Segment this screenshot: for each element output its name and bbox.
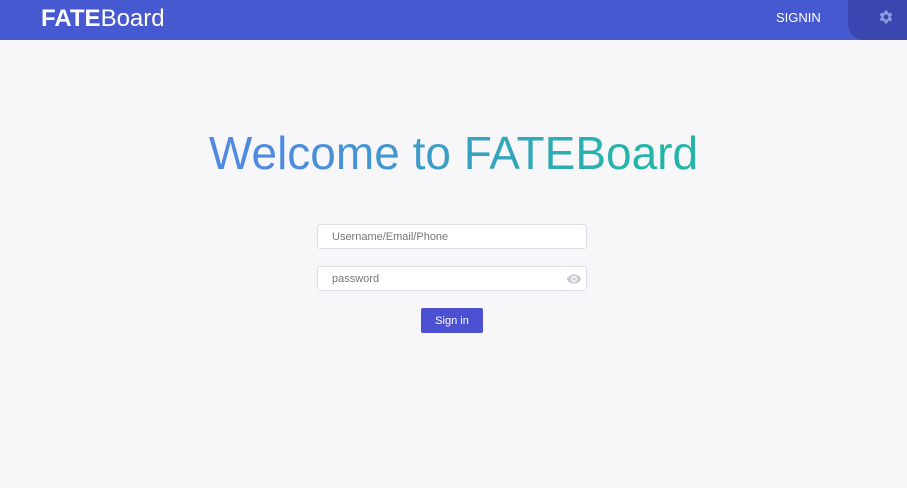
password-input[interactable] [332, 267, 557, 290]
signin-button[interactable]: Sign in [421, 308, 483, 333]
settings-button[interactable] [848, 0, 907, 40]
logo-light-text: Board [100, 5, 165, 32]
eye-icon[interactable] [566, 273, 582, 285]
password-field[interactable] [317, 266, 587, 291]
logo-bold-text: FATE [41, 5, 101, 32]
app-logo[interactable]: FATEBoard [41, 5, 165, 33]
welcome-title: Welcome to FATEBoard [0, 126, 907, 180]
username-field[interactable] [317, 224, 587, 249]
top-header: FATEBoard SIGNIN [0, 0, 907, 40]
username-input[interactable] [332, 225, 557, 248]
gear-icon [879, 10, 893, 24]
signin-link[interactable]: SIGNIN [776, 11, 821, 25]
